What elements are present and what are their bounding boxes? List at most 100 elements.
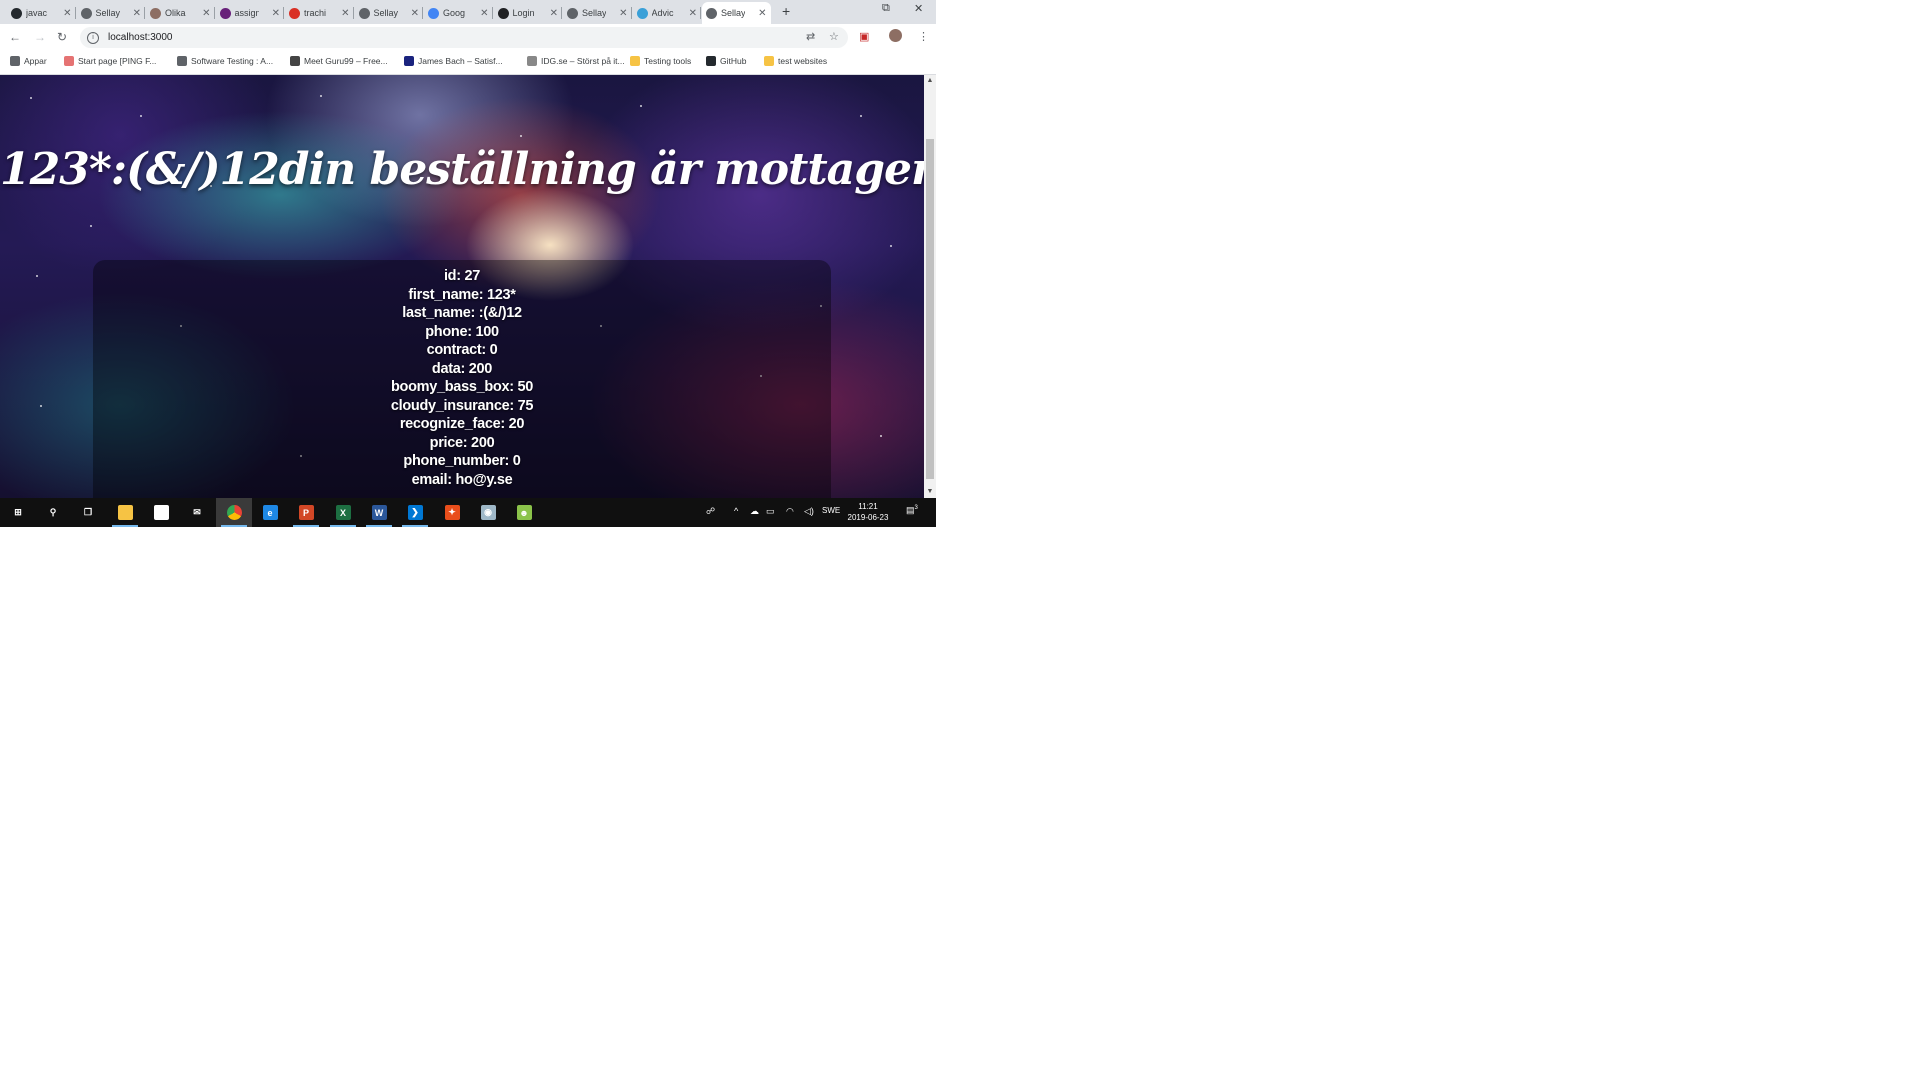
taskbar-powerpoint[interactable]: P <box>288 498 324 527</box>
taskbar-search[interactable]: ⚲ <box>35 498 71 527</box>
tab-title: Sellay <box>721 8 745 18</box>
tab-close-icon[interactable]: ✕ <box>63 8 71 19</box>
tab-close-icon[interactable]: ✕ <box>689 8 697 19</box>
taskbar-store[interactable] <box>143 498 179 527</box>
notification-count: 3 <box>914 505 918 511</box>
close-window-button[interactable]: ✕ <box>914 2 923 15</box>
ping-icon <box>64 56 74 66</box>
tab-close-icon[interactable]: ✕ <box>619 8 627 19</box>
taskbar-excel[interactable]: X <box>325 498 361 527</box>
page-scrollbar[interactable]: ▲ ▼ <box>924 75 936 498</box>
show-hidden-icons-icon[interactable]: ^ <box>734 506 738 516</box>
tab-close-icon[interactable]: ✕ <box>202 8 210 19</box>
onedrive-icon[interactable]: ☁ <box>750 506 759 517</box>
order-field: cloudy_insurance: 75 <box>390 397 534 414</box>
tab-separator <box>700 7 701 19</box>
apps-grid-icon <box>10 56 20 66</box>
taskbar-app-green[interactable]: ☻ <box>506 498 542 527</box>
url-input[interactable] <box>106 31 710 44</box>
bookmark-item[interactable]: IDG.se – Störst på it... <box>527 56 625 66</box>
profile-avatar[interactable] <box>889 29 902 42</box>
tab-close-icon[interactable]: ✕ <box>272 8 280 19</box>
browser-tab[interactable]: assign ✕ <box>216 2 284 24</box>
wifi-icon[interactable]: ◠ <box>786 506 794 517</box>
tab-title: Sellay <box>373 8 398 18</box>
bookmark-item[interactable]: test websites <box>764 56 827 66</box>
taskbar-file-explorer[interactable] <box>107 498 143 527</box>
bookmark-item[interactable]: Software Testing : A... <box>177 56 273 66</box>
colorful-app-icon: ✦ <box>444 505 460 520</box>
browser-tab[interactable]: Advic ✕ <box>633 2 701 24</box>
star-decoration <box>880 435 882 437</box>
bookmark-item[interactable]: Testing tools <box>630 56 691 66</box>
browser-tab[interactable]: Olika ✕ <box>146 2 215 24</box>
tab-title: Advic <box>651 8 674 18</box>
picture-icon <box>150 7 161 19</box>
tab-close-icon[interactable]: ✕ <box>480 8 488 19</box>
bookmark-star-icon[interactable]: ☆ <box>829 30 839 43</box>
taskbar-app-bird[interactable]: ◉ <box>470 498 506 527</box>
back-button[interactable]: ← <box>9 30 21 44</box>
tab-separator <box>491 7 493 19</box>
taskbar-edge[interactable]: e <box>252 498 288 527</box>
scroll-down-arrow-icon[interactable]: ▼ <box>924 486 936 498</box>
system-clock[interactable]: 11:21 2019-06-23 <box>842 501 894 523</box>
translate-icon[interactable]: ⇄ <box>806 30 815 43</box>
tab-close-icon[interactable]: ✕ <box>133 8 141 19</box>
tab-close-icon[interactable]: ✕ <box>550 8 558 19</box>
new-tab-button[interactable]: + <box>782 3 790 19</box>
bird-app-icon: ◉ <box>480 505 496 520</box>
bookmark-item[interactable]: James Bach – Satisf... <box>404 56 503 66</box>
order-field: recognize_face: 20 <box>399 416 525 432</box>
tab-title: Login <box>512 8 535 18</box>
browser-tab[interactable]: Goog ✕ <box>424 2 493 24</box>
volume-icon[interactable]: ◁) <box>804 506 814 517</box>
bookmark-item[interactable]: GitHub <box>706 56 746 66</box>
forward-button[interactable]: → <box>34 30 46 44</box>
star-decoration <box>640 105 642 107</box>
taskbar-start[interactable]: ⊞ <box>0 498 36 527</box>
reload-button[interactable]: ↻ <box>57 30 67 44</box>
site-info-icon[interactable]: i <box>87 31 99 44</box>
store-icon <box>153 505 169 520</box>
tab-close-icon[interactable]: ✕ <box>758 8 766 19</box>
language-indicator[interactable]: SWE <box>822 506 840 515</box>
browser-tab[interactable]: Sellay ✕ <box>355 2 423 24</box>
folder-icon <box>764 56 774 66</box>
powerpoint-icon: P <box>298 505 314 520</box>
action-center-icon[interactable]: ▤3 <box>906 505 918 516</box>
restore-window-button[interactable]: ⧉ <box>882 2 890 15</box>
james-bach-icon <box>404 56 414 66</box>
browser-tab[interactable]: trachi ✕ <box>285 2 354 24</box>
menu-kebab-icon[interactable]: ⋮ <box>918 30 929 43</box>
scrollbar-thumb[interactable] <box>926 139 934 479</box>
taskbar-vscode[interactable]: ❯ <box>397 498 433 527</box>
taskbar-chrome[interactable] <box>216 498 252 527</box>
browser-tab[interactable]: javac ✕ <box>7 2 76 24</box>
taskbar-task-view[interactable]: ❐ <box>70 498 106 527</box>
browser-tab[interactable]: Sellay ✕ <box>702 2 771 24</box>
order-field: phone: 100 <box>425 323 499 340</box>
idg-icon <box>527 56 537 66</box>
people-icon[interactable]: ☍ <box>706 506 715 517</box>
bookmark-item[interactable]: Start page [PING F... <box>64 56 156 66</box>
star-decoration <box>40 405 42 407</box>
taskbar-app-colorful[interactable]: ✦ <box>434 498 470 527</box>
taskbar-mail[interactable]: ✉ <box>179 498 215 527</box>
browser-tab[interactable]: Login ✕ <box>494 2 562 24</box>
extension-icon[interactable]: ▣ <box>859 30 869 43</box>
browser-tab[interactable]: Sellay ✕ <box>77 2 145 24</box>
tab-separator <box>561 7 562 19</box>
bookmark-item[interactable]: Appar <box>10 56 47 66</box>
star-decoration <box>860 115 862 117</box>
scroll-up-arrow-icon[interactable]: ▲ <box>924 75 936 87</box>
tab-close-icon[interactable]: ✕ <box>411 8 419 19</box>
address-bar[interactable]: i <box>80 27 848 48</box>
taskbar-word[interactable]: W <box>361 498 397 527</box>
battery-icon[interactable]: ▭ <box>766 506 775 517</box>
tab-close-icon[interactable]: ✕ <box>341 8 349 19</box>
order-field: price: 200 <box>429 434 495 451</box>
bookmark-item[interactable]: Meet Guru99 – Free... <box>290 56 388 66</box>
browser-tab[interactable]: Sellay ✕ <box>563 2 632 24</box>
gmail-icon <box>289 7 300 19</box>
